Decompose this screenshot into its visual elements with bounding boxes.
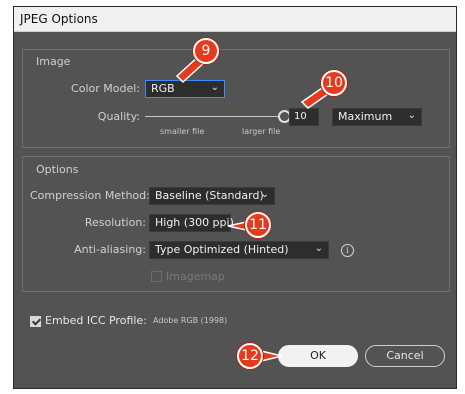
callout-badge-10: 10 (321, 70, 347, 96)
callout-badge-12: 12 (237, 343, 263, 369)
callout-badge-9: 9 (193, 38, 219, 64)
callout-arrow-12 (260, 350, 283, 362)
callout-arrows (175, 53, 330, 362)
callout-arrow-11 (227, 221, 247, 231)
callout-badge-11: 11 (245, 212, 271, 238)
